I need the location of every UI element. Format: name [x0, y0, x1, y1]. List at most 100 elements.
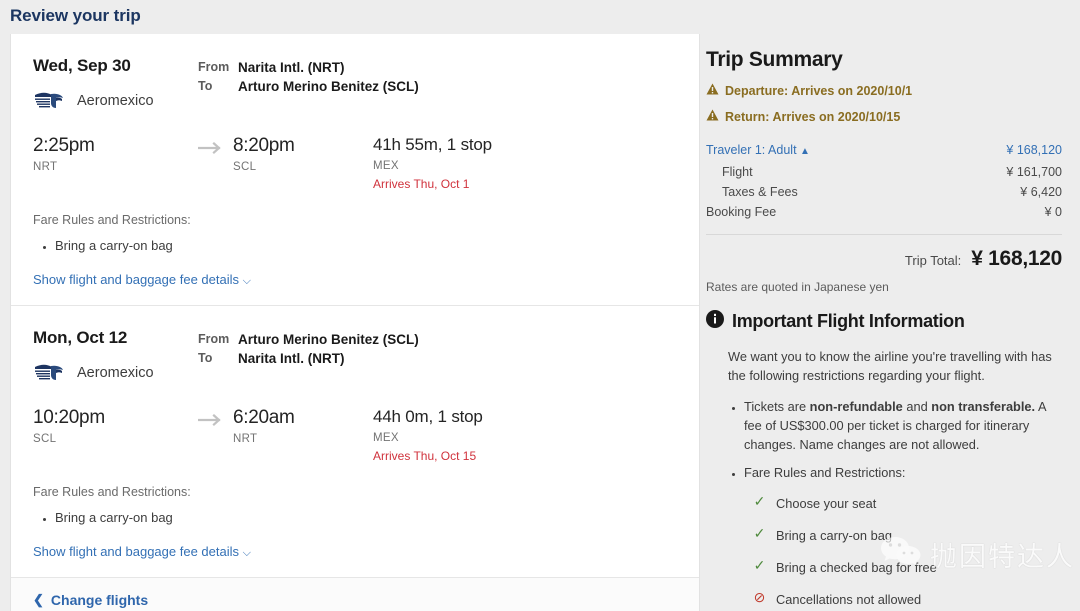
duration-block: 41h 55m, 1 stop MEX Arrives Thu, Oct 1 [373, 135, 677, 191]
departure-airport-code: NRT [33, 161, 58, 173]
airline-name: Aeromexico [77, 365, 154, 381]
duration-stops: 41h 55m, 1 stop [373, 135, 492, 154]
flight-price-amount: ¥ 161,700 [1006, 165, 1062, 179]
change-flights-link[interactable]: ❮ Change flights [33, 592, 148, 608]
route-to: To Arturo Merino Benitez (SCL) [198, 77, 677, 96]
summary-divider [706, 234, 1062, 235]
trip-total-row: Trip Total: ¥ 168,120 [706, 247, 1062, 271]
arrow-right-icon [197, 141, 224, 160]
check-icon: ✓ [753, 525, 766, 541]
show-flight-baggage-details-link[interactable]: Show flight and baggage fee details ⌵ [33, 272, 251, 288]
fare-rules-icon-list: ✓ Choose your seat ✓ Bring a carry-on ba… [744, 494, 1062, 611]
departure-airport-code: SCL [33, 433, 57, 445]
departure-time: 2:25pm [33, 135, 95, 156]
route-from: From Narita Intl. (NRT) [198, 58, 677, 77]
card-footer: ❮ Change flights [11, 577, 699, 611]
arrow-block [197, 135, 233, 191]
chevron-double-down-icon: ⌵ [242, 275, 251, 287]
arrow-right-icon [197, 413, 224, 432]
arrival-airport-code: SCL [233, 161, 257, 173]
arrival-block: 8:20pm SCL [233, 135, 373, 191]
info-circle-icon [706, 310, 724, 333]
chevron-left-icon: ❮ [33, 592, 44, 607]
taxes-fees-row: Taxes & Fees ¥ 6,420 [706, 182, 1062, 202]
itinerary-column: Wed, Sep 30 Aeromexico From Narita Intl.… [0, 34, 700, 611]
arrival-time: 8:20pm [233, 135, 295, 156]
stop-airport-code: MEX [373, 160, 399, 172]
fare-rules-restrictions-item: Fare Rules and Restrictions: ✓ Choose yo… [744, 463, 1062, 611]
booking-fee-row: Booking Fee ¥ 0 [706, 202, 1062, 222]
important-flight-info-list: Tickets are non-refundable and non trans… [706, 397, 1062, 611]
departure-block: 10:20pm SCL [33, 407, 198, 463]
rule-choose-seat: ✓ Choose your seat [752, 494, 1062, 513]
rule-checked-bag-free: ✓ Bring a checked bag for free [752, 558, 1062, 577]
fare-rules-title: Fare Rules and Restrictions: [33, 213, 191, 227]
traveler-1-label: Traveler 1: Adult ▲ [706, 143, 810, 157]
review-trip-page: Review your trip Wed, Sep 30 Aeromexico … [0, 0, 1080, 611]
rule-label: Cancellations not allowed [776, 592, 922, 607]
itinerary-card: Wed, Sep 30 Aeromexico From Narita Intl.… [10, 34, 700, 611]
route-column: From Arturo Merino Benitez (SCL) To Nari… [198, 328, 677, 385]
departure-warning-text: Departure: Arrives on 2020/10/1 [725, 83, 913, 98]
return-warning-text: Return: Arrives on 2020/10/15 [725, 109, 901, 124]
segment-date: Mon, Oct 12 [33, 328, 128, 347]
check-icon: ✓ [753, 557, 766, 573]
arrival-block: 6:20am NRT [233, 407, 373, 463]
rates-currency-note: Rates are quoted in Japanese yen [706, 280, 889, 294]
page-header: Review your trip [0, 0, 1080, 34]
important-flight-info-title: Important Flight Information [732, 311, 965, 331]
duration-stops: 44h 0m, 1 stop [373, 407, 483, 426]
traveler-1-row[interactable]: Traveler 1: Adult ▲ ¥ 168,120 [706, 140, 1062, 162]
departure-time: 10:20pm [33, 407, 105, 428]
traveler-1-amount: ¥ 168,120 [1006, 143, 1062, 157]
rule-label: Bring a checked bag for free [776, 560, 937, 575]
duration-block: 44h 0m, 1 stop MEX Arrives Thu, Oct 15 [373, 407, 677, 463]
from-label: From [198, 332, 230, 346]
route-column: From Narita Intl. (NRT) To Arturo Merino… [198, 56, 677, 113]
to-label: To [198, 351, 213, 365]
flight-segment: Mon, Oct 12 Aeromexico From Arturo Merin… [11, 305, 699, 577]
segment-date: Wed, Sep 30 [33, 56, 131, 75]
chevron-double-down-icon: ⌵ [242, 547, 251, 559]
arrival-time: 6:20am [233, 407, 295, 428]
important-flight-info-header: Important Flight Information [706, 310, 1062, 333]
page-content: Wed, Sep 30 Aeromexico From Narita Intl.… [0, 34, 1080, 611]
from-airport: Narita Intl. (NRT) [238, 60, 345, 75]
important-flight-info-intro: We want you to know the airline you're t… [728, 349, 1052, 383]
warning-triangle-icon [706, 83, 719, 98]
route-from: From Arturo Merino Benitez (SCL) [198, 330, 677, 349]
segment-times: 2:25pm NRT 8:20pm SCL 41h 55m, 1 stop ME… [33, 135, 677, 191]
departure-block: 2:25pm NRT [33, 135, 198, 191]
show-details-label: Show flight and baggage fee details [33, 272, 239, 287]
flight-price-label: Flight [722, 165, 753, 179]
arrives-next-day-note: Arrives Thu, Oct 15 [373, 449, 477, 463]
show-details-label: Show flight and baggage fee details [33, 544, 239, 559]
aeromexico-logo-icon [33, 89, 67, 113]
fare-rule-item: Bring a carry-on bag [55, 509, 677, 527]
trip-summary-column: Trip Summary Departure: Arrives on 2020/… [700, 34, 1070, 611]
from-airport: Arturo Merino Benitez (SCL) [238, 332, 419, 347]
to-label: To [198, 79, 213, 93]
rule-label: Choose your seat [776, 496, 877, 511]
warning-triangle-icon [706, 109, 719, 124]
segment-times: 10:20pm SCL 6:20am NRT 44h 0m, 1 stop ME… [33, 407, 677, 463]
show-flight-baggage-details-link[interactable]: Show flight and baggage fee details ⌵ [33, 544, 251, 560]
arrival-airport-code: NRT [233, 433, 258, 445]
fare-rules-title: Fare Rules and Restrictions: [33, 485, 191, 499]
trip-summary-title: Trip Summary [706, 48, 843, 71]
fare-rule-item: Bring a carry-on bag [55, 237, 677, 255]
segment-header: Mon, Oct 12 Aeromexico From Arturo Merin… [33, 328, 677, 385]
arrives-next-day-note: Arrives Thu, Oct 1 [373, 177, 470, 191]
route-to: To Narita Intl. (NRT) [198, 349, 677, 368]
to-airport: Arturo Merino Benitez (SCL) [238, 79, 419, 94]
fare-rules-list: Bring a carry-on bag [33, 509, 677, 527]
rule-carry-on-bag: ✓ Bring a carry-on bag [752, 526, 1062, 545]
taxes-fees-label: Taxes & Fees [722, 185, 798, 199]
airline-row: Aeromexico [33, 89, 198, 113]
rule-label: Bring a carry-on bag [776, 528, 892, 543]
rule-no-cancellations: ⊘ Cancellations not allowed [752, 590, 1062, 609]
caret-up-icon: ▲ [800, 146, 810, 157]
airline-name: Aeromexico [77, 93, 154, 109]
flight-segment: Wed, Sep 30 Aeromexico From Narita Intl.… [11, 34, 699, 305]
change-flights-label: Change flights [50, 592, 149, 608]
